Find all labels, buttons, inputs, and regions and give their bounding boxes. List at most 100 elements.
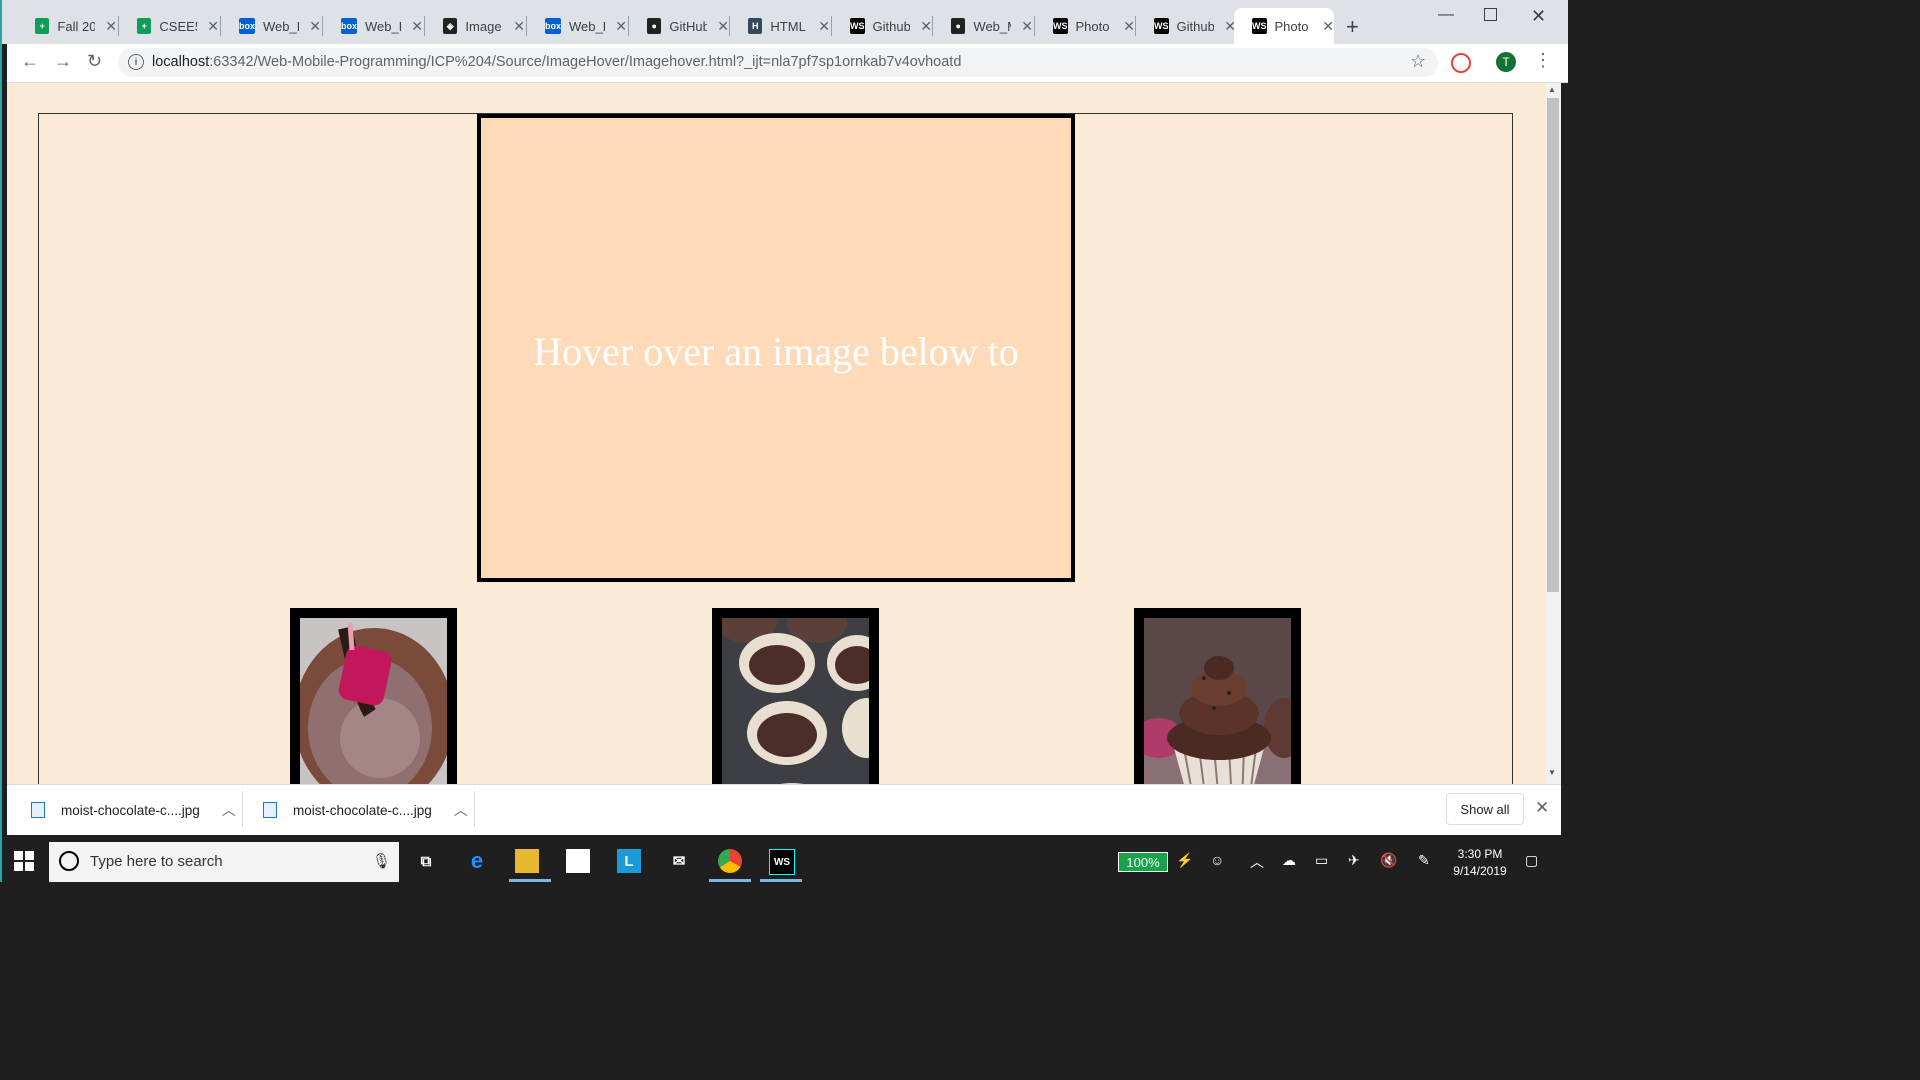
browser-tab[interactable]: box Web_L ✕ (323, 8, 423, 44)
browser-tab[interactable]: WS Photo ✕ (1035, 8, 1135, 44)
windows-start-icon[interactable] (14, 851, 34, 871)
close-tab-icon[interactable]: ✕ (513, 18, 525, 35)
box-icon: box (341, 18, 357, 34)
browser-tab[interactable]: ◈ Image ✕ (425, 8, 525, 44)
url-path: :63342/Web-Mobile-Programming/ICP%204/So… (209, 54, 962, 70)
chevron-up-icon[interactable]: ︿ (454, 800, 468, 820)
search-placeholder: Type here to search (90, 853, 223, 870)
close-tab-icon[interactable]: ✕ (615, 18, 627, 35)
webstorm-icon[interactable]: WS (769, 849, 795, 875)
people-icon[interactable]: ☺ (1210, 852, 1224, 868)
close-tab-icon[interactable]: ✕ (1123, 18, 1135, 35)
close-tab-icon[interactable]: ✕ (207, 18, 219, 35)
browser-tab[interactable]: box Web_L ✕ (527, 8, 627, 44)
browser-tab[interactable]: H HTML ✕ (730, 8, 830, 44)
clock-time: 3:30 PM (1457, 847, 1503, 861)
tab-label: Web_L (263, 18, 299, 34)
scroll-up-icon[interactable]: ▲ (1548, 85, 1556, 94)
chevron-up-icon[interactable]: ︿ (1250, 852, 1264, 872)
tab-label: Fall 20 (57, 18, 96, 34)
edge-icon[interactable]: e (465, 848, 489, 873)
onedrive-icon[interactable]: ☁ (1282, 852, 1296, 869)
page-viewport: Hover over an image below to (7, 83, 1545, 784)
scroll-down-icon[interactable]: ▼ (1548, 768, 1556, 777)
cupcake-image (1144, 618, 1291, 784)
minimize-icon[interactable]: — (1438, 6, 1454, 24)
task-view-icon[interactable]: ⧉ (414, 849, 438, 873)
microphone-icon[interactable]: 🎙 (372, 852, 391, 870)
tab-label: CSEE5 (159, 18, 197, 34)
profile-avatar[interactable]: T (1496, 52, 1516, 72)
tab-label: GitHub (669, 18, 708, 34)
github-icon: ● (951, 18, 966, 34)
box-icon: box (239, 18, 255, 34)
close-tab-icon[interactable]: ✕ (920, 18, 932, 35)
back-icon[interactable]: ← (21, 51, 39, 72)
scrollbar-thumb[interactable] (1547, 98, 1559, 592)
browser-tab[interactable]: WS Photo ✕ (1234, 8, 1334, 44)
show-all-button[interactable]: Show all (1446, 793, 1524, 825)
cortana-icon (59, 851, 79, 871)
close-tab-icon[interactable]: ✕ (717, 18, 729, 35)
close-tab-icon[interactable]: ✕ (105, 18, 117, 35)
browser-tab[interactable]: + Fall 20 ✕ (17, 8, 117, 44)
close-tab-icon[interactable]: ✕ (1322, 18, 1334, 35)
tab-label: Image (465, 18, 502, 34)
pen-icon[interactable]: ✎ (1418, 852, 1430, 869)
close-tab-icon[interactable]: ✕ (1021, 18, 1033, 35)
download-filename: moist-chocolate-c....jpg (61, 802, 200, 818)
window-edge (0, 0, 2, 882)
notification-icon[interactable]: ▢ (1525, 852, 1538, 869)
tab-label: Github (1176, 18, 1215, 34)
airplane-mode-icon[interactable]: ✈ (1348, 852, 1360, 869)
maximize-icon[interactable] (1484, 8, 1497, 21)
divider (474, 791, 475, 827)
preview-text: Hover over an image below to (533, 329, 1019, 374)
close-tab-icon[interactable]: ✕ (309, 18, 321, 35)
file-explorer-icon[interactable] (515, 849, 539, 873)
new-tab-button[interactable]: + (1346, 14, 1359, 40)
url-text[interactable]: localhost:63342/Web-Mobile-Programming/I… (152, 54, 961, 70)
image-preview-box: Hover over an image below to (477, 114, 1075, 582)
lync-icon[interactable]: L (617, 849, 641, 873)
taskbar-clock[interactable]: 3:30 PM 9/14/2019 (1444, 846, 1516, 880)
thumbnail-cupcake-tin[interactable] (712, 608, 879, 784)
extension-icon[interactable] (1451, 53, 1471, 73)
reload-icon[interactable]: ↻ (87, 51, 102, 72)
active-indicator (709, 879, 751, 882)
browser-tab[interactable]: box Web_L ✕ (221, 8, 321, 44)
battery-icon[interactable]: ▭ (1315, 852, 1328, 869)
tab-label: HTML (770, 18, 806, 34)
mail-icon[interactable]: ✉ (667, 849, 691, 873)
github-icon: ● (647, 18, 662, 34)
store-icon[interactable] (566, 849, 590, 873)
webstorm-icon: WS (1053, 18, 1068, 34)
close-window-icon[interactable]: ✕ (1531, 6, 1546, 27)
divider (242, 791, 243, 827)
image-file-icon (31, 802, 45, 818)
url-host: localhost (152, 54, 210, 70)
bookmark-star-icon[interactable]: ☆ (1410, 51, 1426, 72)
thumbnail-batter[interactable] (290, 608, 457, 784)
forward-icon[interactable]: → (54, 51, 72, 72)
mute-icon[interactable]: 🔇 (1380, 852, 1397, 869)
webstorm-icon: WS (850, 18, 865, 34)
browser-tab[interactable]: WS Github ✕ (832, 8, 932, 44)
download-item-1[interactable]: moist-chocolate-c....jpg ︿ (31, 800, 236, 820)
close-tab-icon[interactable]: ✕ (411, 18, 423, 35)
browser-tab[interactable]: + CSEE5 ✕ (119, 8, 219, 44)
webstorm-icon: WS (1252, 18, 1267, 34)
download-item-2[interactable]: moist-chocolate-c....jpg ︿ (263, 800, 468, 820)
browser-menu-icon[interactable]: ⋮ (1534, 50, 1552, 71)
browser-tab[interactable]: WS Github ✕ (1136, 8, 1236, 44)
power-plug-icon: ⚡ (1176, 852, 1194, 868)
chrome-icon[interactable] (718, 849, 742, 873)
download-filename: moist-chocolate-c....jpg (293, 802, 432, 818)
chevron-up-icon[interactable]: ︿ (222, 800, 236, 820)
close-shelf-icon[interactable]: ✕ (1535, 798, 1549, 818)
thumbnail-cupcake[interactable] (1134, 608, 1301, 784)
site-info-icon[interactable]: i (128, 54, 144, 70)
browser-tab[interactable]: ● GitHub ✕ (629, 8, 729, 44)
browser-tab[interactable]: ● Web_M ✕ (933, 8, 1033, 44)
close-tab-icon[interactable]: ✕ (818, 18, 830, 35)
